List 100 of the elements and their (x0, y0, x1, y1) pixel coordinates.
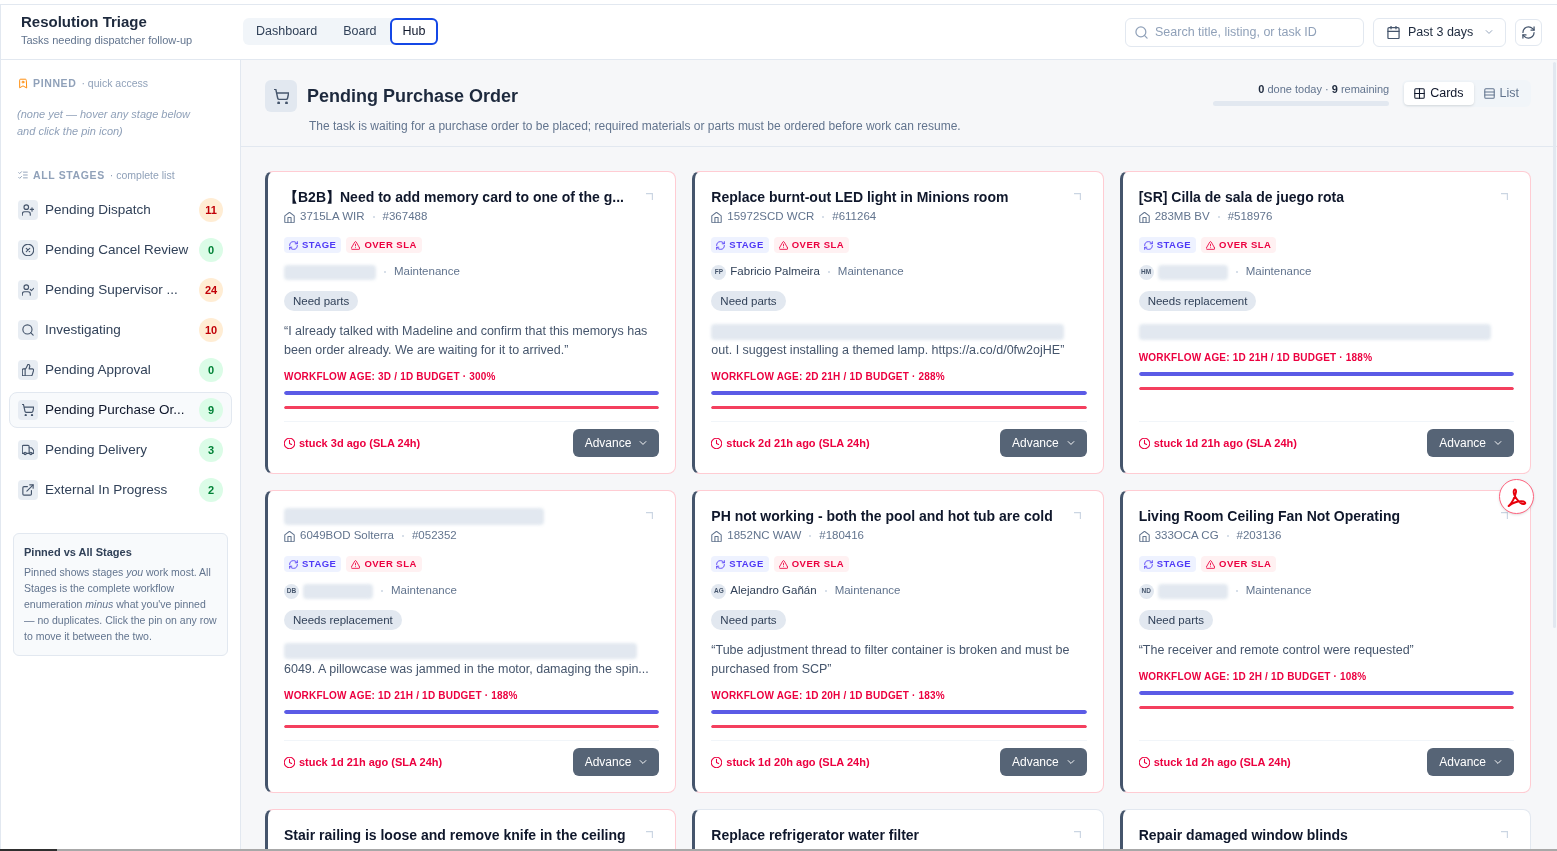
home-icon (711, 211, 723, 223)
task-card[interactable] (265, 490, 677, 793)
team-name: Maintenance (837, 264, 904, 280)
advance-button[interactable]: Advance (1427, 429, 1514, 457)
issue-tag: Need parts (1138, 610, 1213, 630)
view-tab[interactable]: Cards (1404, 82, 1474, 105)
issue-tag: Need parts (711, 610, 786, 630)
task-card[interactable] (692, 490, 1104, 793)
corner-icon (1501, 193, 1508, 200)
redacted-text (1157, 264, 1228, 280)
cart-icon (18, 400, 38, 420)
home-icon (1138, 211, 1150, 223)
task-card[interactable] (265, 171, 677, 474)
count-badge: 10 (199, 318, 223, 342)
task-card[interactable]: Repair damaged window blinds (1119, 809, 1531, 851)
stuck-duration: stuck 1d 21h ago (SLA 24h) (1153, 435, 1297, 451)
stuck-duration: stuck 3d ago (SLA 24h) (299, 435, 421, 451)
stage-item[interactable]: Pending Cancel Review 0 (9, 232, 232, 268)
workflow-age: WORKFLOW AGE: 2D 21H / 1D BUDGET · 288% (711, 370, 946, 384)
workflow-age: WORKFLOW AGE: 1D 2H / 1D BUDGET · 108% (1138, 670, 1368, 684)
listing-name: 6049BOD Solterra (300, 528, 394, 544)
redacted-text (303, 583, 373, 599)
stage-label: Pending Purchase Or... (45, 400, 186, 419)
task-card[interactable]: Replace refrigerator water filter (692, 809, 1104, 851)
search-icon (1135, 25, 1148, 39)
corner-icon (1501, 831, 1508, 838)
task-title: Replace burnt-out LED light in Minions room (711, 188, 1009, 206)
truck-icon (18, 440, 38, 460)
stage-badge: STAGE (1138, 237, 1197, 253)
stage-item[interactable]: Pending Purchase Or... 9 (9, 392, 232, 428)
task-title: Replace refrigerator water filter (711, 826, 920, 844)
task-title: Living Room Ceiling Fan Not Operating (1138, 507, 1400, 525)
stage-label: External In Progress (45, 480, 169, 499)
stage-title: Pending Purchase Order (307, 85, 519, 107)
stuck-duration: stuck 1d 20h ago (SLA 24h) (726, 754, 870, 770)
bookmark-icon (18, 77, 28, 89)
workflow-age: WORKFLOW AGE: 1D 21H / 1D BUDGET · 188% (284, 689, 519, 703)
task-card[interactable] (1119, 490, 1531, 793)
chevron-down-icon (638, 757, 649, 767)
calendar-icon (1387, 25, 1400, 39)
empty-pinned-text: (none yet — hover any stage below and click the pin icon) (17, 107, 192, 139)
rows-icon (1483, 88, 1495, 99)
team-name: Maintenance (1245, 583, 1312, 599)
task-note: out. I suggest installing a themed lamp. https://a.co/d/0fw2ojHE” (711, 342, 1066, 359)
search-field[interactable]: Search title, listing, or task ID (1125, 17, 1364, 47)
corner-icon (1073, 831, 1081, 838)
stage-item[interactable]: Pending Delivery 3 (9, 432, 232, 468)
stage-item[interactable]: Pending Approval 0 (9, 352, 232, 388)
stage-label: Pending Delivery (45, 440, 149, 459)
task-title: 【B2B】Need to add memory card to one of the g... (284, 188, 624, 206)
magnifier-icon (18, 320, 38, 340)
date-range-dropdown[interactable]: Past 3 days (1373, 17, 1506, 47)
refresh-icon (1522, 25, 1535, 39)
listing-name: 333OCA CG (1154, 528, 1219, 544)
task-id: #611264 (832, 209, 877, 225)
home-icon (284, 211, 295, 223)
chevron-down-icon (1493, 757, 1503, 767)
clock-icon (284, 756, 295, 768)
view-tab[interactable]: List (1473, 82, 1529, 105)
stage-item[interactable]: Pending Dispatch 11 (9, 192, 232, 228)
team-name: Maintenance (834, 583, 901, 599)
stage-label: Pending Approval (45, 360, 152, 379)
nav-tab[interactable]: Hub (389, 17, 439, 45)
advance-button[interactable]: Advance (1427, 748, 1514, 776)
advance-button[interactable]: Advance (999, 429, 1087, 457)
task-note: “I already talked with Madeline and confirm that this memorys has been order already. We are waiting for it to arrived.” (284, 323, 649, 359)
advance-button[interactable]: Advance (572, 429, 660, 457)
advance-button[interactable]: Advance (572, 748, 660, 776)
refresh-button[interactable] (1515, 18, 1542, 46)
count-badge: 0 (199, 238, 223, 262)
stage-badge: STAGE (711, 237, 769, 253)
home-icon (711, 530, 723, 542)
stage-item[interactable]: External In Progress 2 (9, 472, 232, 508)
task-card[interactable]: Stair railing is loose and remove knife in the ceiling (265, 809, 677, 851)
issue-tag: Needs replacement (1138, 291, 1257, 311)
stage-item[interactable]: Pending Supervisor ... 24 (9, 272, 232, 308)
count-badge: 11 (199, 198, 223, 222)
stage-item[interactable]: Investigating 10 (9, 312, 232, 348)
issue-tag: Need parts (284, 291, 359, 311)
issue-tag: Need parts (711, 291, 786, 311)
task-card[interactable] (692, 171, 1104, 474)
cart-icon (265, 80, 297, 112)
progress-summary: 0 done today · 9 remaining (1257, 82, 1390, 96)
listing-name: 283MB BV (1154, 209, 1210, 225)
home-icon (284, 530, 295, 542)
thumbs-up-icon (18, 360, 38, 380)
clock-icon (1138, 437, 1150, 449)
listing-name: 1852NC WAW (727, 528, 802, 544)
stage-label: Pending Dispatch (45, 200, 152, 219)
grid-icon (1414, 88, 1426, 99)
nav-tab[interactable]: Board (330, 17, 390, 45)
app-title: Resolution Triage (21, 13, 148, 31)
team-name: Maintenance (394, 264, 460, 280)
team-name: Maintenance (391, 583, 457, 599)
task-title: Stair railing is loose and remove knife in the ceiling (284, 826, 626, 844)
nav-tab[interactable]: Dashboard (243, 17, 331, 45)
section-heading: PINNED (33, 77, 77, 89)
clock-icon (711, 437, 723, 449)
chevron-down-icon (1065, 438, 1076, 448)
advance-button[interactable]: Advance (999, 748, 1087, 776)
